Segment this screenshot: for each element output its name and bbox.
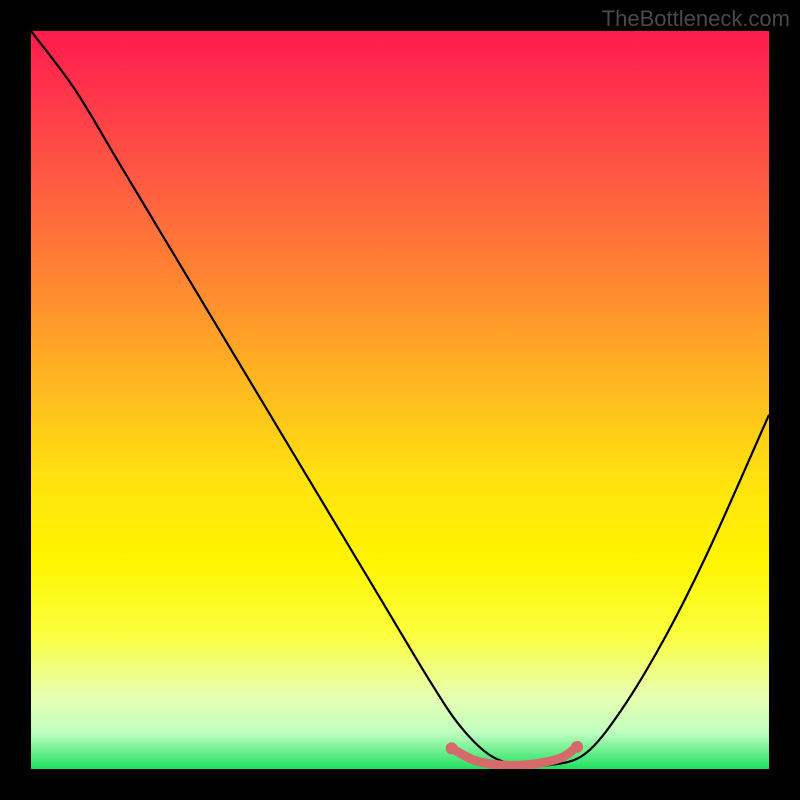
bottleneck-curve-line: [31, 31, 769, 767]
optimal-range-marker-line: [452, 747, 577, 766]
optimal-range-start-dot: [446, 742, 458, 754]
optimal-range-end-dot: [571, 741, 583, 753]
watermark-text: TheBottleneck.com: [602, 6, 790, 32]
chart-plot-area: [31, 31, 769, 769]
chart-svg: [31, 31, 769, 769]
